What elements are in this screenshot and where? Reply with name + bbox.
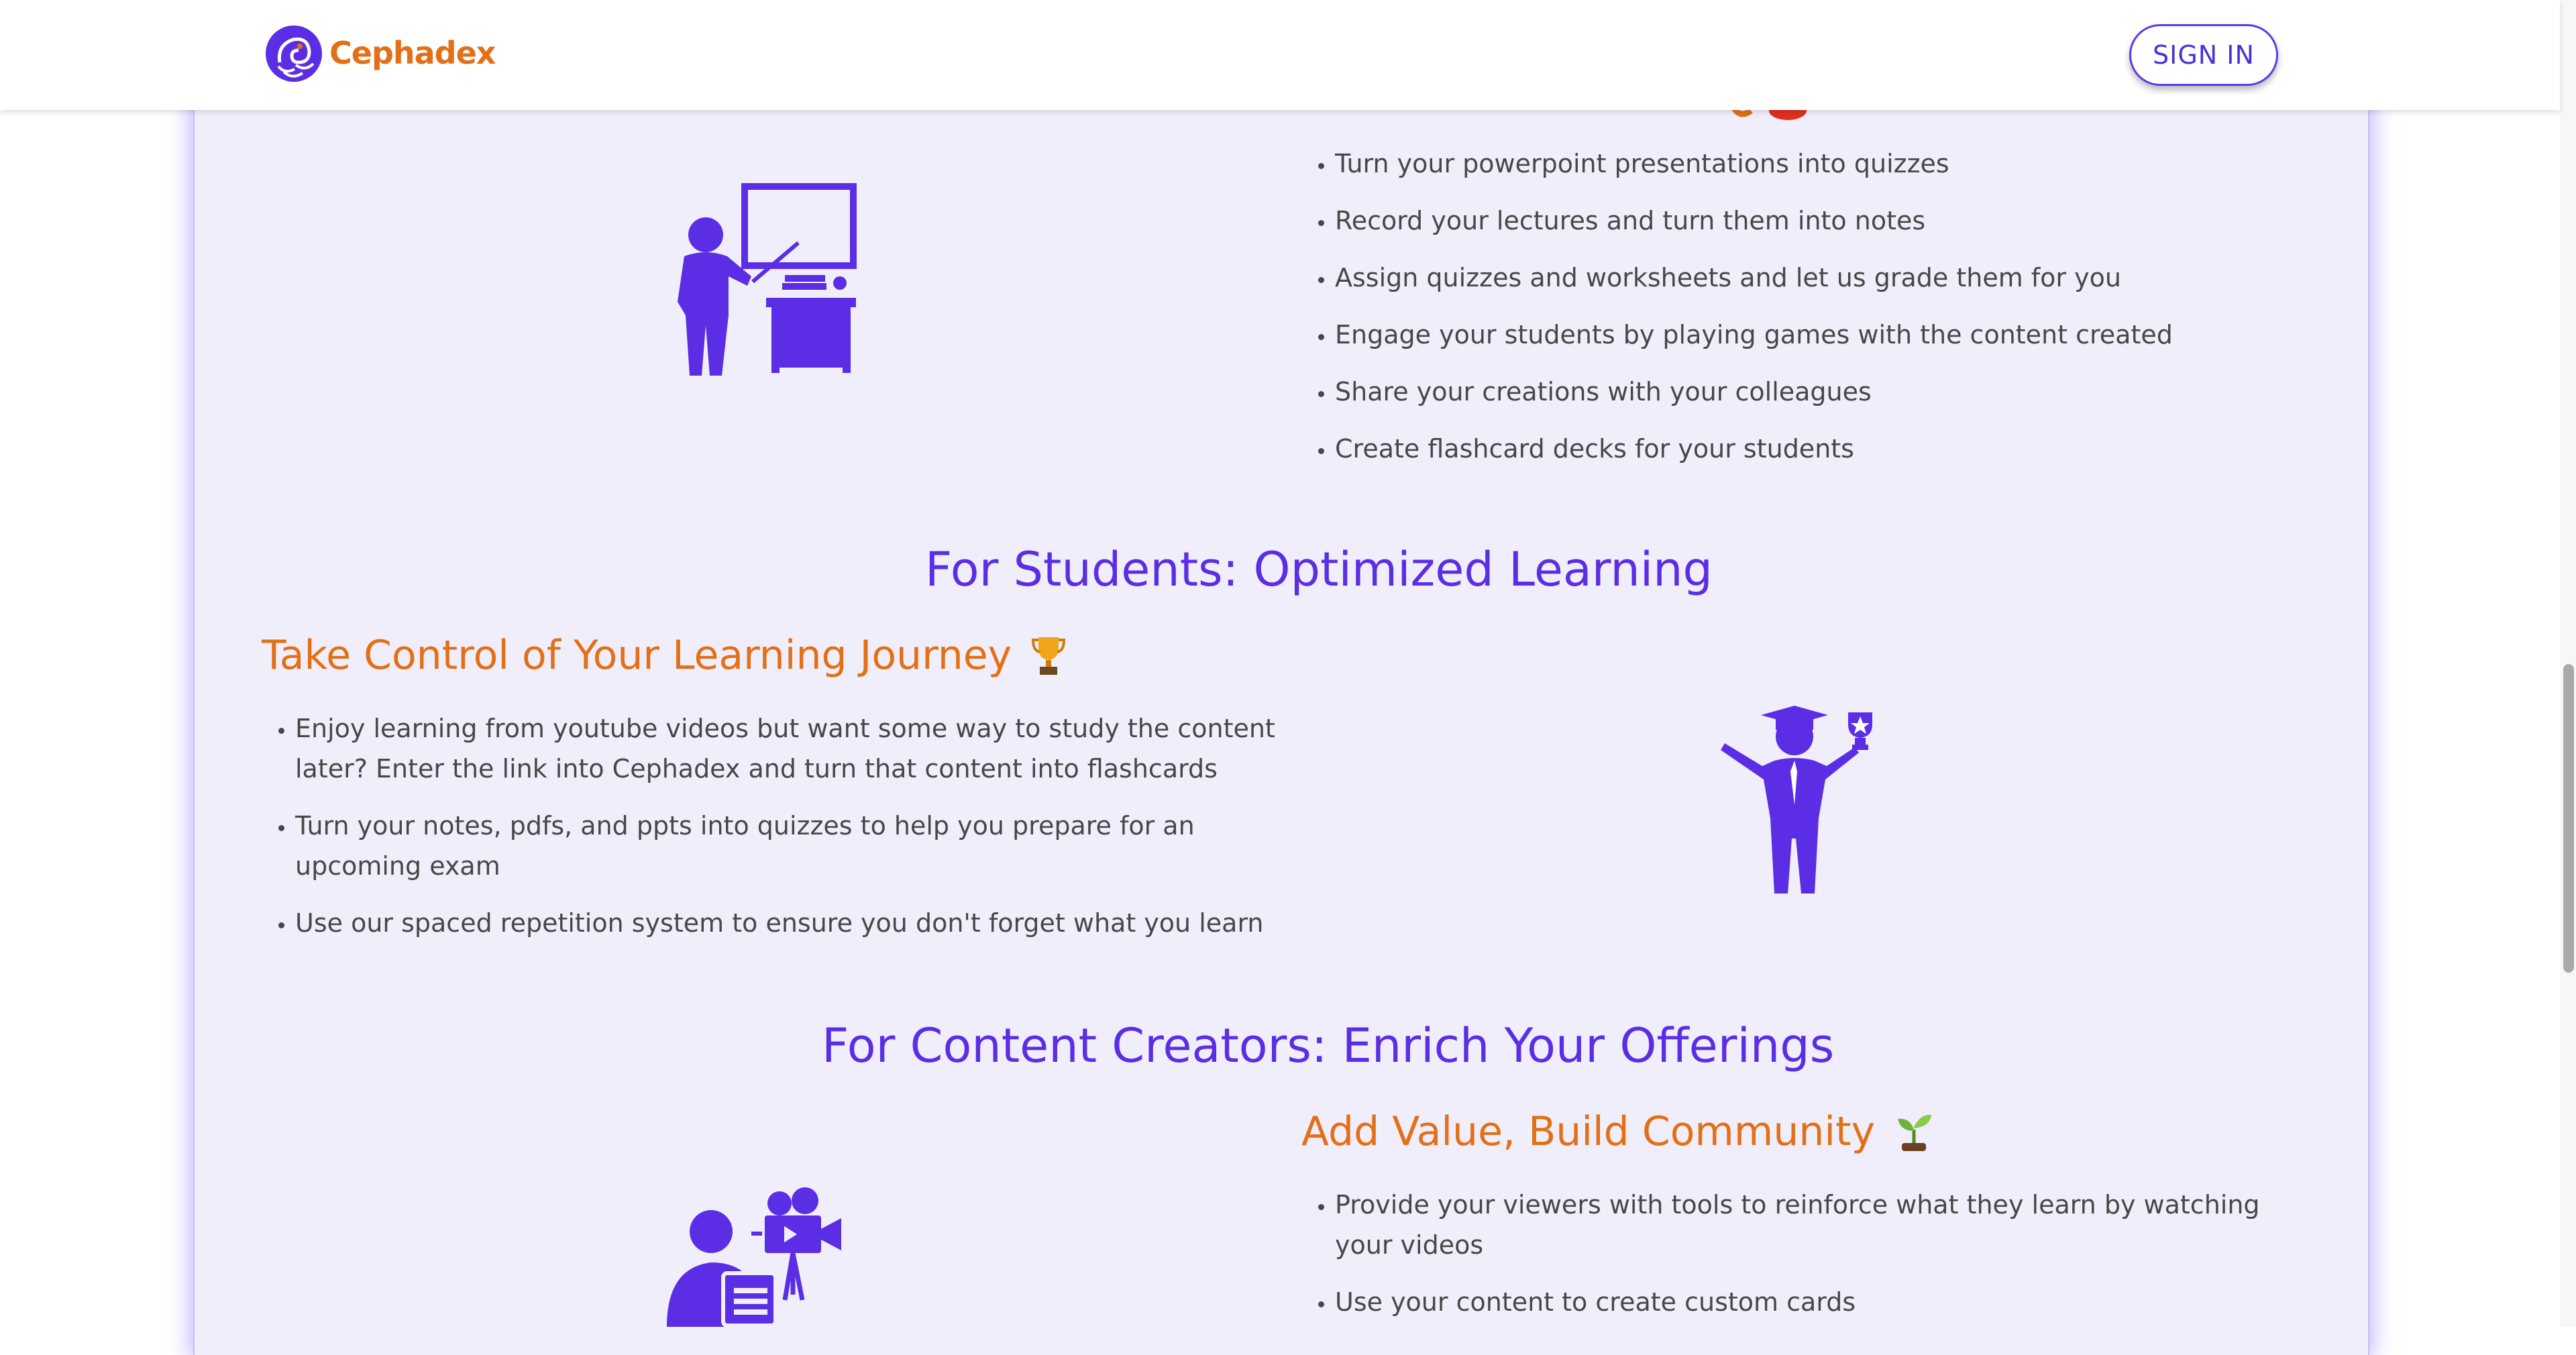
list-item: Assign quizzes and worksheets and let us… — [1335, 258, 2308, 298]
list-item: Engage your students by playing games wi… — [1335, 315, 2308, 355]
list-item: Enjoy learning from youtube videos but w… — [295, 708, 1315, 789]
list-item: Turn your notes, pdfs, and ppts into qui… — [295, 806, 1315, 886]
brand-name[interactable]: Cephadex — [329, 35, 496, 71]
students-subtitle-text: Take Control of Your Learning Journey — [262, 632, 1012, 679]
students-section-title: For Students: Optimized Learning — [925, 542, 1713, 597]
page-scrollbar-track[interactable] — [2560, 0, 2576, 1327]
top-header: Cephadex SIGN IN — [0, 0, 2560, 110]
list-item: Record your lectures and turn them into … — [1335, 201, 2308, 241]
content-creator-illustration — [667, 1187, 841, 1327]
cephadex-logo-icon[interactable] — [265, 25, 323, 83]
creators-subtitle: Add Value, Build Community — [1301, 1108, 1934, 1155]
list-item: Create flashcard decks for your students — [1335, 429, 2308, 469]
graduate-illustration — [1721, 706, 1872, 893]
trophy-icon — [1032, 637, 1066, 675]
list-item: Provide your viewers with tools to reinf… — [1335, 1185, 2314, 1265]
list-item: Share your creations with your colleague… — [1335, 372, 2308, 412]
sign-in-button[interactable]: SIGN IN — [2129, 24, 2278, 86]
page-scrollbar-thumb[interactable] — [2563, 664, 2574, 973]
students-subtitle: Take Control of Your Learning Journey — [262, 632, 1067, 679]
teacher-illustration — [678, 183, 857, 376]
creator-features-list: Provide your viewers with tools to reinf… — [1301, 1185, 2314, 1339]
list-item: Use our spaced repetition system to ensu… — [295, 903, 1315, 943]
seedling-icon — [1898, 1114, 1932, 1151]
creators-section-title: For Content Creators: Enrich Your Offeri… — [822, 1018, 1835, 1073]
student-features-list: Enjoy learning from youtube videos but w… — [262, 708, 1315, 960]
creators-subtitle-text: Add Value, Build Community — [1301, 1108, 1876, 1155]
teacher-features-list: Turn your powerpoint presentations into … — [1301, 144, 2308, 486]
list-item: Use your content to create custom cards — [1335, 1282, 2314, 1322]
list-item: Turn your powerpoint presentations into … — [1335, 144, 2308, 184]
